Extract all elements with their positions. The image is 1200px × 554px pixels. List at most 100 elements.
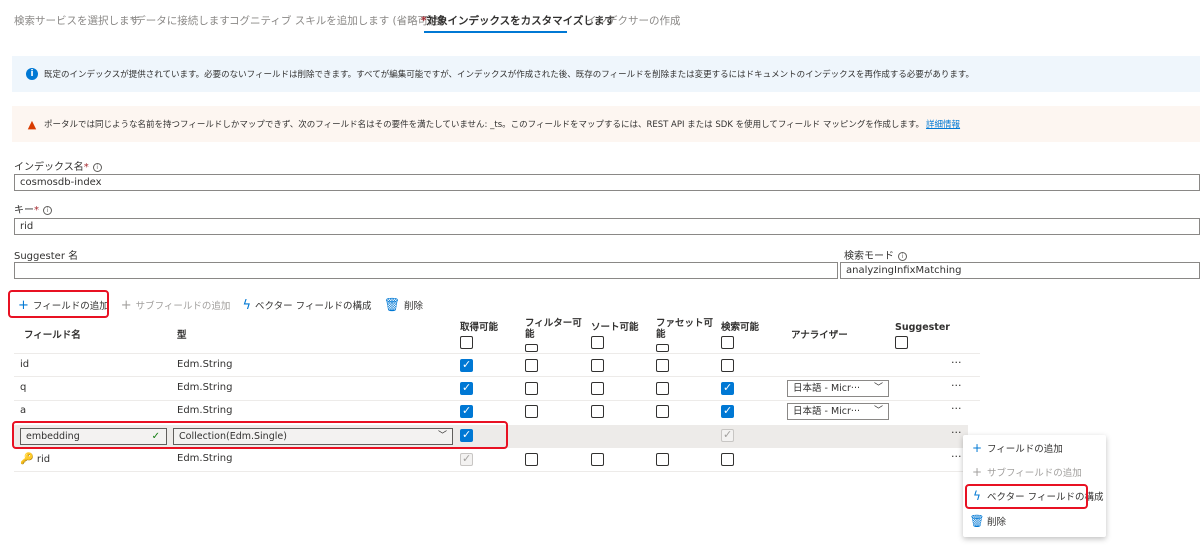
select-all-retrievable-checkbox[interactable] — [460, 336, 473, 349]
menu-item-delete[interactable]: 🗑 削除 — [969, 511, 1006, 531]
vector-config-menu-highlight — [965, 484, 1088, 509]
required-mark: * — [83, 162, 89, 173]
facetable-checkbox[interactable] — [656, 382, 669, 395]
filterable-checkbox[interactable] — [525, 382, 538, 395]
menu-item-add-field[interactable]: + フィールドの追加 — [969, 438, 1063, 458]
info-circle-icon[interactable]: i — [43, 206, 52, 215]
filterable-checkbox[interactable] — [525, 405, 538, 418]
field-type-cell: Edm.String — [177, 359, 233, 370]
info-banner-text: 既定のインデックスが提供されています。必要のないフィールドは削除できます。すべて… — [44, 70, 974, 80]
column-header-field-name[interactable]: フィールド名 — [24, 330, 81, 341]
select-all-searchable-checkbox[interactable] — [721, 336, 734, 349]
delete-label: 削除 — [403, 301, 423, 312]
sortable-checkbox[interactable] — [591, 359, 604, 372]
tab-label: データに接続します — [135, 15, 230, 27]
column-header-analyzer[interactable]: アナライザー — [791, 330, 848, 341]
tab-create-indexer[interactable]: インデクサーの作成 — [586, 13, 681, 28]
select-all-filterable-checkbox[interactable] — [525, 344, 538, 352]
suggester-name-input[interactable] — [14, 262, 838, 279]
configure-vector-field-label: ベクター フィールドの構成 — [255, 301, 372, 312]
warning-banner-text: ポータルでは同じような名前を持つフィールドしかマップできず、次のフィールド名はそ… — [44, 120, 925, 130]
info-circle-icon[interactable]: i — [92, 163, 102, 172]
plus-icon: + — [971, 441, 983, 455]
header-line: 能 — [656, 329, 666, 340]
label-text: インデックス名 — [14, 162, 84, 173]
label-text: 検索モード — [844, 251, 894, 262]
column-header-suggester[interactable]: Suggester — [895, 322, 950, 333]
field-name-cell: q — [20, 382, 27, 393]
lightning-icon: ϟ — [242, 297, 252, 313]
chevron-down-icon: ﹀ — [873, 406, 883, 416]
select-all-suggester-checkbox[interactable] — [895, 336, 908, 349]
retrievable-checkbox[interactable] — [460, 381, 473, 395]
search-mode-input[interactable]: analyzingInfixMatching — [840, 262, 1200, 279]
more-options-button[interactable]: ··· — [951, 379, 962, 392]
field-type-cell: Edm.String — [177, 453, 233, 464]
warning-icon: ▲ — [27, 117, 37, 131]
index-name-input[interactable]: cosmosdb-index — [14, 174, 1200, 191]
menu-item-add-subfield[interactable]: + サブフィールドの追加 — [969, 462, 1082, 482]
suggester-name-label: Suggester 名 — [14, 251, 79, 262]
analyzer-dropdown[interactable]: 日本語 - Micr··· ﹀ — [787, 403, 889, 420]
searchable-checkbox[interactable] — [721, 359, 734, 372]
searchable-checkbox[interactable] — [721, 381, 734, 395]
add-subfield-label: サブフィールドの追加 — [135, 301, 231, 312]
wizard-tabs: 検索サービスを選択します *データに接続します コグニティブ スキルを追加します… — [0, 0, 1200, 36]
searchable-checkbox[interactable] — [721, 404, 734, 418]
retrievable-checkbox[interactable] — [460, 404, 473, 418]
column-header-facetable[interactable]: ファセット可能 — [656, 318, 713, 340]
field-name-text: rid — [36, 454, 51, 465]
embedding-row-highlight — [12, 421, 508, 449]
chevron-down-icon: ﹀ — [873, 383, 883, 393]
column-header-retrievable[interactable]: 取得可能 — [460, 322, 498, 333]
plus-icon: + — [120, 297, 132, 313]
delete-button[interactable]: 🗑 削除 — [383, 298, 423, 313]
plus-icon: + — [971, 465, 983, 479]
filterable-checkbox[interactable] — [525, 359, 538, 372]
configure-vector-field-button[interactable]: ϟ ベクター フィールドの構成 — [242, 298, 371, 313]
required-mark: * — [34, 205, 39, 216]
more-options-button[interactable]: ··· — [951, 426, 962, 439]
row-divider — [14, 353, 980, 354]
row-divider — [14, 400, 980, 401]
tab-select-search-service[interactable]: 検索サービスを選択します — [14, 13, 140, 28]
searchable-checkbox[interactable] — [721, 453, 734, 466]
row-divider — [14, 471, 980, 472]
trash-icon: 🗑 — [969, 514, 985, 528]
trash-icon: 🗑 — [383, 297, 400, 313]
sortable-checkbox[interactable] — [591, 453, 604, 466]
facetable-checkbox[interactable] — [656, 453, 669, 466]
menu-item-label: フィールドの追加 — [987, 444, 1063, 455]
sortable-checkbox[interactable] — [591, 382, 604, 395]
row-divider — [14, 376, 980, 377]
learn-more-link[interactable]: 詳細情報 — [926, 118, 960, 130]
info-circle-icon[interactable]: i — [898, 252, 907, 261]
add-subfield-button[interactable]: + サブフィールドの追加 — [121, 298, 231, 313]
tab-add-cognitive-skills[interactable]: コグニティブ スキルを追加します (省略可能) — [229, 13, 443, 28]
retrievable-checkbox[interactable] — [460, 358, 473, 372]
column-header-sortable[interactable]: ソート可能 — [591, 322, 639, 333]
facetable-checkbox[interactable] — [656, 359, 669, 372]
searchable-checkbox — [721, 428, 734, 442]
select-all-sortable-checkbox[interactable] — [591, 336, 604, 349]
column-header-filterable[interactable]: フィルター可能 — [525, 318, 582, 340]
label-text: キー — [14, 205, 34, 216]
more-options-button[interactable]: ··· — [951, 450, 962, 463]
column-header-type[interactable]: 型 — [177, 330, 187, 341]
menu-item-label: サブフィールドの追加 — [987, 468, 1082, 479]
tab-connect-data[interactable]: *データに接続します — [130, 13, 230, 28]
filterable-checkbox[interactable] — [525, 453, 538, 466]
key-input[interactable]: rid — [14, 218, 1200, 235]
sortable-checkbox[interactable] — [591, 405, 604, 418]
analyzer-dropdown[interactable]: 日本語 - Micr··· ﹀ — [787, 380, 889, 397]
select-all-facetable-checkbox[interactable] — [656, 344, 669, 352]
info-icon: i — [26, 68, 38, 80]
column-header-searchable[interactable]: 検索可能 — [721, 322, 759, 333]
analyzer-value: 日本語 - Micr··· — [793, 406, 860, 417]
more-options-button[interactable]: ··· — [951, 356, 962, 369]
facetable-checkbox[interactable] — [656, 405, 669, 418]
more-options-button[interactable]: ··· — [951, 402, 962, 415]
field-type-cell: Edm.String — [177, 405, 233, 416]
key-label: キー* i — [14, 201, 52, 216]
header-line: ファセット可 — [656, 318, 714, 329]
